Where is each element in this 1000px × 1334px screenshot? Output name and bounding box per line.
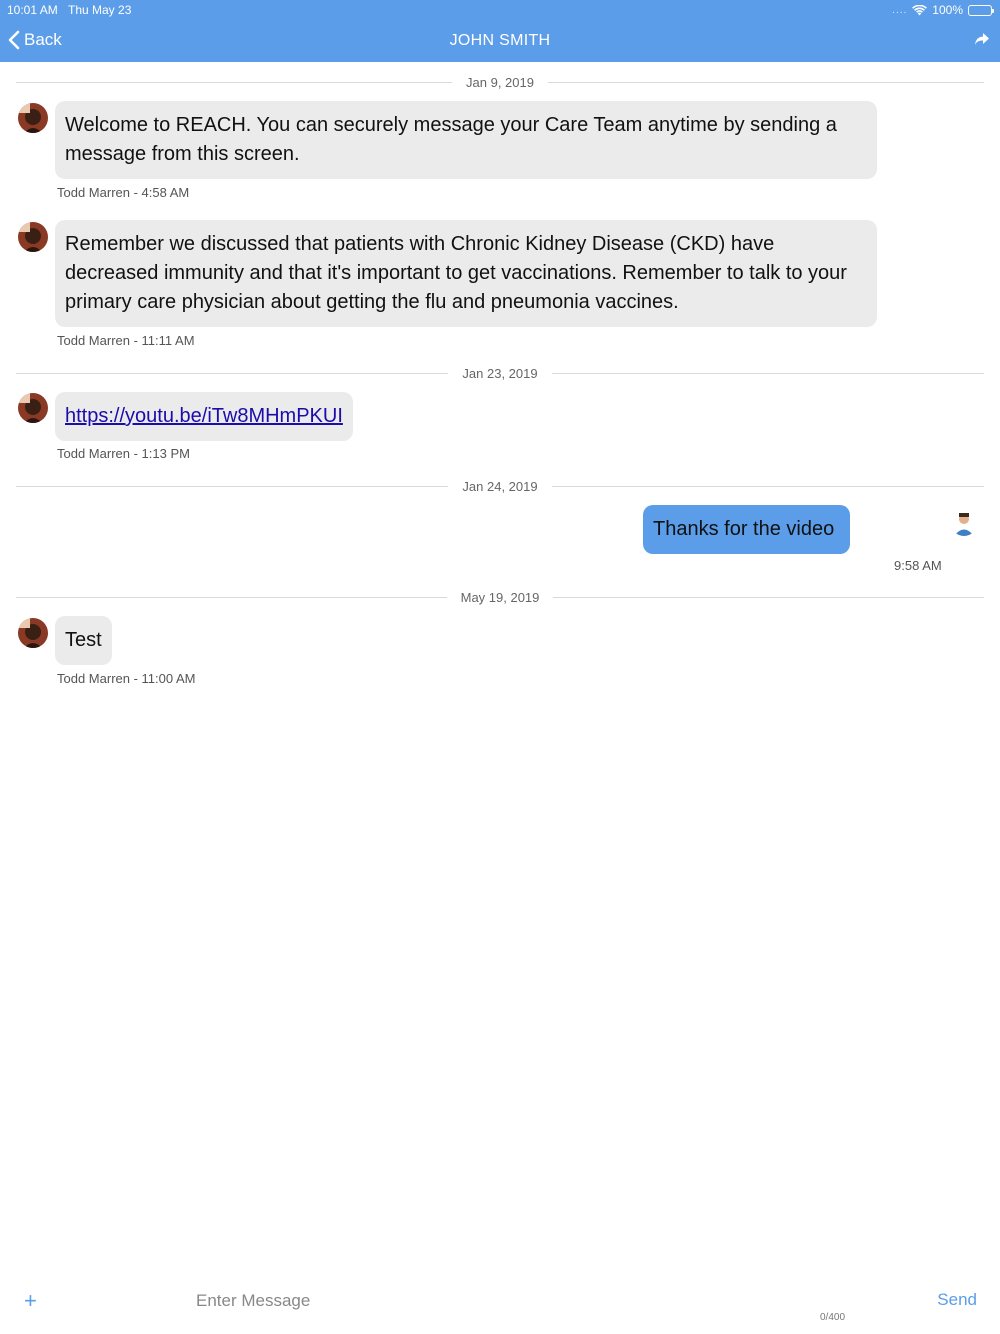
date-label: Jan 9, 2019 <box>466 74 534 90</box>
add-attachment-button[interactable]: + <box>24 1290 37 1312</box>
wifi-icon <box>912 4 928 15</box>
signal-dots: .... <box>892 4 908 16</box>
status-date: Thu May 23 <box>68 3 132 17</box>
message-link[interactable]: https://youtu.be/iTw8MHmPKUI <box>65 405 343 427</box>
message-meta: Todd Marren - 4:58 AM <box>57 185 190 200</box>
share-arrow-icon <box>975 33 989 45</box>
message-meta: Todd Marren - 11:11 AM <box>57 333 195 348</box>
date-divider: Jan 23, 2019 <box>16 365 984 381</box>
avatar <box>18 618 48 648</box>
avatar <box>18 222 48 252</box>
message-meta: Todd Marren - 11:00 AM <box>57 671 196 686</box>
date-divider: Jan 24, 2019 <box>16 478 984 494</box>
message-composer: + 0/400 Send <box>0 1280 1000 1334</box>
date-label: May 19, 2019 <box>460 589 540 605</box>
message-bubble: Remember we discussed that patients with… <box>55 220 877 327</box>
message-meta: Todd Marren - 1:13 PM <box>57 446 190 461</box>
top-bar: 10:01 AM Thu May 23 .... 100% Back JOHN … <box>0 0 1000 62</box>
date-label: Jan 24, 2019 <box>462 478 538 494</box>
message-bubble: Welcome to REACH. You can securely messa… <box>55 101 877 179</box>
send-button[interactable]: Send <box>937 1290 977 1310</box>
message-meta: 9:58 AM <box>894 558 942 573</box>
message-bubble-outgoing: Thanks for the video <box>643 505 850 554</box>
avatar <box>951 510 977 536</box>
message-input[interactable] <box>190 1288 790 1314</box>
battery-icon <box>968 4 994 16</box>
avatar <box>18 103 48 133</box>
status-indicators: .... 100% <box>892 3 994 17</box>
share-button[interactable] <box>974 32 990 51</box>
message-bubble: Test <box>55 616 112 665</box>
battery-percent: 100% <box>932 3 963 17</box>
avatar <box>18 393 48 423</box>
date-divider: May 19, 2019 <box>16 589 984 605</box>
character-counter: 0/400 <box>820 1312 846 1323</box>
page-title: JOHN SMITH <box>449 32 551 49</box>
date-label: Jan 23, 2019 <box>462 365 538 381</box>
message-bubble: https://youtu.be/iTw8MHmPKUI <box>55 392 353 441</box>
status-time: 10:01 AM <box>7 3 58 17</box>
date-divider: Jan 9, 2019 <box>16 74 985 90</box>
